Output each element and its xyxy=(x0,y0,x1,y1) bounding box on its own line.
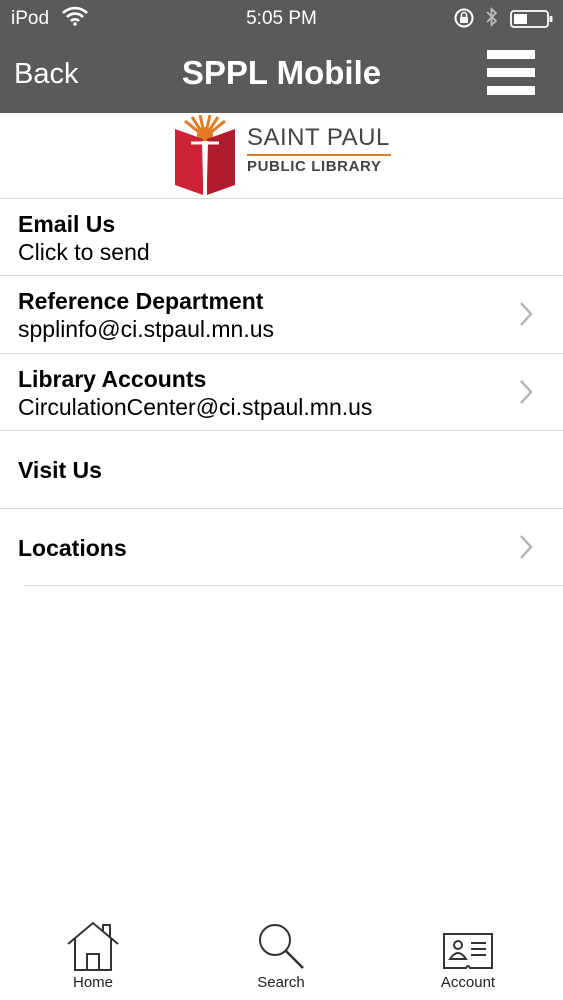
row-label: Library Accounts xyxy=(18,366,207,392)
email-us-row[interactable]: Email Us Click to send xyxy=(0,198,563,276)
chevron-right-icon xyxy=(518,379,534,410)
tab-account-label: Account xyxy=(440,974,496,991)
tab-home[interactable]: Home xyxy=(38,920,148,1000)
row-label: Locations xyxy=(18,535,127,561)
row-label: Visit Us xyxy=(18,457,102,483)
row-label: Reference Department xyxy=(18,288,264,314)
account-card-icon xyxy=(413,920,523,972)
row-subtitle: spplinfo@ci.stpaul.mn.us xyxy=(18,316,275,342)
library-logo: SAINT PAUL PUBLIC LIBRARY xyxy=(0,113,563,198)
page-title: SPPL Mobile xyxy=(181,54,382,91)
status-bar: iPod 5:05 PM xyxy=(0,0,563,36)
bluetooth-icon xyxy=(485,6,499,33)
nav-bar: Back SPPL Mobile xyxy=(0,36,563,113)
menu-button[interactable] xyxy=(487,48,537,98)
tab-search-label: Search xyxy=(257,974,305,991)
menu-icon-bar-top xyxy=(487,50,535,59)
reference-department-row[interactable]: Reference Department spplinfo@ci.stpaul.… xyxy=(0,275,563,353)
chevron-right-icon xyxy=(518,534,534,565)
library-accounts-row[interactable]: Library Accounts CirculationCenter@ci.st… xyxy=(0,353,563,431)
menu-icon-bar-bottom xyxy=(487,86,535,95)
status-time: 5:05 PM xyxy=(246,8,317,29)
chevron-right-icon xyxy=(518,301,534,332)
row-subtitle: CirculationCenter@ci.stpaul.mn.us xyxy=(18,394,373,420)
visit-us-row[interactable]: Visit Us xyxy=(0,430,563,508)
logo-divider xyxy=(247,154,391,156)
tab-home-label: Home xyxy=(72,974,113,991)
row-label: Email Us xyxy=(18,211,116,237)
logo-text-public-library: PUBLIC LIBRARY xyxy=(247,158,382,175)
list-divider xyxy=(24,585,563,586)
home-icon xyxy=(38,920,148,972)
menu-icon-bar-middle xyxy=(487,68,535,77)
row-subtitle: Click to send xyxy=(18,239,150,265)
back-button[interactable]: Back xyxy=(14,58,78,91)
search-icon xyxy=(226,920,336,972)
tab-account[interactable]: Account xyxy=(413,920,523,1000)
locations-row[interactable]: Locations xyxy=(0,508,563,586)
tab-bar: Home Search Account xyxy=(0,910,563,1000)
battery-icon xyxy=(510,9,554,34)
tab-search[interactable]: Search xyxy=(226,920,336,1000)
logo-text-saint-paul: SAINT PAUL xyxy=(247,124,390,151)
library-logo-icon xyxy=(173,114,237,200)
rotation-lock-icon xyxy=(453,7,475,34)
